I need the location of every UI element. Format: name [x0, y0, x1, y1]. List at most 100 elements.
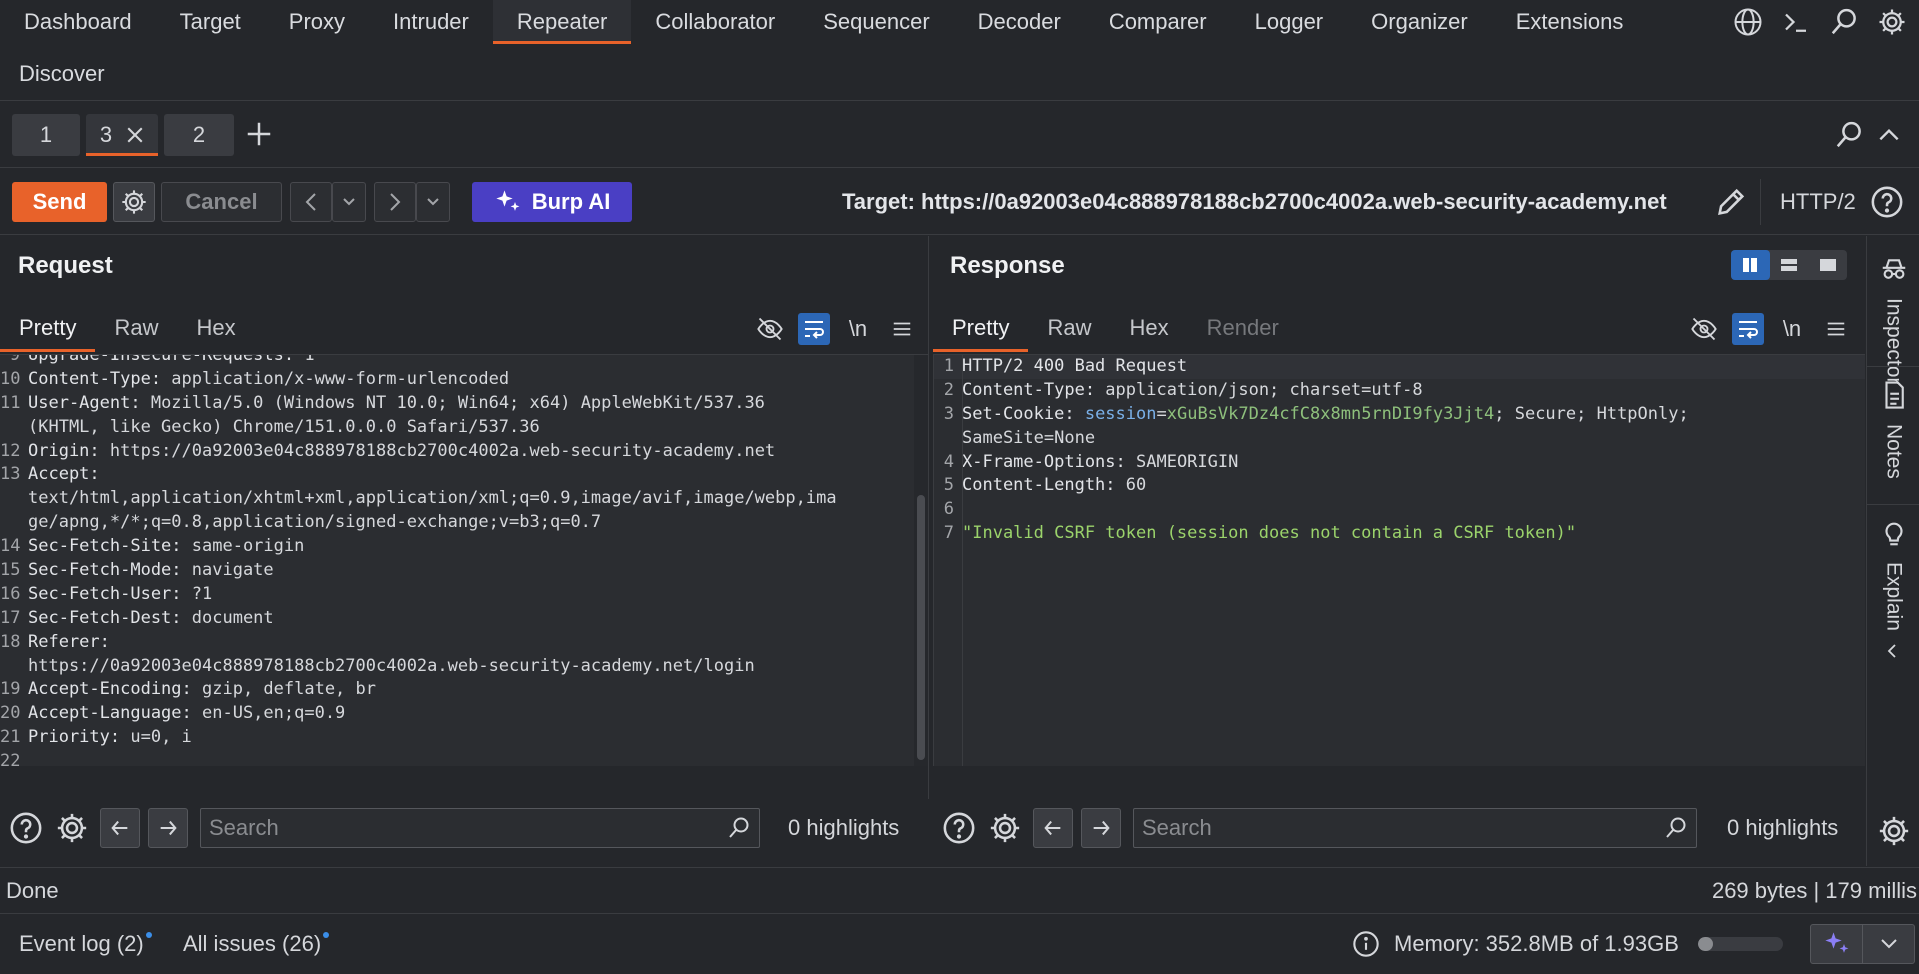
view-tab-raw[interactable]: Raw [95, 306, 177, 352]
code-line: 13 Accept: [0, 463, 837, 487]
target-label: Target: https://0a92003e04c888978188cb27… [842, 189, 1667, 214]
header-value: u=0, i [120, 727, 192, 748]
response-view-tabs: Pretty Raw Hex Render [933, 306, 1298, 352]
search-placeholder: Search [1142, 815, 1212, 840]
protocol-label[interactable]: HTTP/2 [1780, 169, 1856, 235]
nav-tab-repeater[interactable]: Repeater [492, 0, 632, 44]
request-scrollbar[interactable] [914, 355, 928, 766]
view-tab-hex[interactable]: Hex [1110, 306, 1187, 352]
forward-button[interactable] [374, 182, 416, 222]
repeater-tab-2[interactable]: 2 [164, 114, 234, 156]
help-icon[interactable] [939, 808, 979, 848]
view-tab-pretty[interactable]: Pretty [933, 306, 1029, 352]
nav-tab-logger[interactable]: Logger [1231, 0, 1348, 44]
repeater-tab-1[interactable]: 1 [12, 114, 80, 156]
chevron-left-icon[interactable] [1881, 642, 1903, 660]
add-tab-plus-icon[interactable] [244, 119, 274, 149]
line-number: 1 [943, 356, 954, 376]
cancel-button[interactable]: Cancel [161, 182, 282, 222]
search-icon[interactable] [1827, 5, 1861, 39]
back-history-dropdown[interactable] [332, 182, 366, 222]
view-tab-raw[interactable]: Raw [1028, 306, 1110, 352]
wrap-lines-icon[interactable] [798, 313, 830, 345]
ai-sparkle-icon[interactable] [1811, 925, 1862, 963]
code-line: 14 Sec-Fetch-Site: same-origin [0, 535, 837, 559]
nav-tab-discover[interactable]: Discover [0, 52, 124, 96]
nav-tab-extensions[interactable]: Extensions [1492, 0, 1648, 44]
nav-tab-dashboard[interactable]: Dashboard [0, 0, 156, 44]
code-line: 19 Accept-Encoding: gzip, deflate, br [0, 678, 837, 702]
header-value: 1 [294, 354, 315, 365]
header-value: Mozilla/5.0 (Windows NT 10.0; Win64; x64… [140, 392, 765, 413]
send-settings-button[interactable] [113, 182, 155, 222]
header-name: Origin: [28, 440, 100, 461]
line-number: 12 [0, 440, 21, 461]
nav-tab-collaborator[interactable]: Collaborator [631, 0, 799, 44]
request-search-input[interactable]: Search [200, 808, 760, 848]
repeater-tab-3[interactable]: 3 [86, 114, 158, 156]
code-line: 12 Origin: https://0a92003e04c888978188cb… [0, 440, 837, 464]
search-tabs-icon[interactable] [1834, 120, 1864, 150]
newline-toggle-icon[interactable]: \n [842, 313, 874, 345]
nav-tab-organizer[interactable]: Organizer [1347, 0, 1492, 44]
request-editor[interactable]: 9 Upgrade-Insecure-Requests: 1 10 Content-T… [0, 354, 928, 766]
forward-history-dropdown[interactable] [416, 182, 450, 222]
response-search-input[interactable]: Search [1133, 808, 1697, 848]
response-editor[interactable]: 1 HTTP/2 400 Bad Request 2 Content-Type: ap… [933, 354, 1865, 766]
chevron-down-icon [425, 195, 441, 209]
chevron-up-icon[interactable] [1876, 122, 1902, 148]
nav-tab-target[interactable]: Target [156, 0, 265, 44]
next-match-button[interactable] [148, 808, 188, 848]
nav-tab-sequencer[interactable]: Sequencer [799, 0, 953, 44]
all-issues-button[interactable]: All issues (26) [183, 914, 330, 974]
close-icon[interactable] [126, 126, 144, 144]
wrap-lines-icon[interactable] [1732, 313, 1764, 345]
code-line: 20 Accept-Language: en-US,en;q=0.9 [0, 702, 837, 726]
layout-tabbed-icon[interactable] [1808, 250, 1847, 280]
edit-target-pencil-icon[interactable] [1714, 185, 1748, 219]
newline-toggle-icon[interactable]: \n [1776, 313, 1808, 345]
hide-eye-slash-icon[interactable] [1688, 313, 1720, 345]
previous-match-button[interactable] [100, 808, 140, 848]
help-icon[interactable] [6, 808, 46, 848]
menu-icon[interactable] [1820, 313, 1852, 345]
view-tab-pretty[interactable]: Pretty [0, 306, 96, 352]
request-editor-tools: \n [754, 306, 918, 352]
menu-icon[interactable] [886, 313, 918, 345]
scrollbar-thumb[interactable] [917, 495, 925, 760]
sidebar-item-explain[interactable]: Explain [1867, 518, 1919, 646]
line-number: 16 [0, 583, 21, 604]
nav-tab-proxy[interactable]: Proxy [265, 0, 369, 44]
view-tab-hex[interactable]: Hex [177, 306, 254, 352]
nav-tab-comparer[interactable]: Comparer [1085, 0, 1231, 44]
settings-gear-icon[interactable] [1875, 5, 1909, 39]
hide-eye-slash-icon[interactable] [754, 313, 786, 345]
globe-icon[interactable] [1731, 5, 1765, 39]
chevron-down-icon[interactable] [1862, 925, 1914, 963]
help-icon[interactable] [1870, 185, 1904, 219]
sidebar-settings-gear-icon[interactable] [1877, 814, 1911, 848]
terminal-icon[interactable] [1779, 5, 1813, 39]
info-icon[interactable] [1352, 930, 1380, 958]
tab-label: 2 [192, 122, 206, 147]
sidebar-item-inspector[interactable]: Inspector [1867, 254, 1919, 384]
back-button[interactable] [290, 182, 332, 222]
response-body-string: "Invalid CSRF token (session does not co… [962, 523, 1577, 544]
search-settings-gear-icon[interactable] [985, 808, 1025, 848]
next-match-button[interactable] [1081, 808, 1121, 848]
request-panel: Request Pretty Raw Hex \n 9 Upgrade-Insecur… [0, 236, 929, 848]
sidebar-item-notes[interactable]: Notes [1867, 380, 1919, 479]
nav-tab-decoder[interactable]: Decoder [954, 0, 1085, 44]
burp-ai-button[interactable]: Burp AI [472, 182, 632, 222]
nav-tab-intruder[interactable]: Intruder [369, 0, 493, 44]
layout-side-by-side-icon[interactable] [1731, 250, 1770, 280]
previous-match-button[interactable] [1033, 808, 1073, 848]
send-button[interactable]: Send [12, 182, 107, 222]
search-settings-gear-icon[interactable] [52, 808, 92, 848]
layout-stacked-icon[interactable] [1770, 250, 1809, 280]
event-log-button[interactable]: Event log (2) [19, 914, 152, 974]
line-number: 5 [943, 475, 954, 496]
cookie-equals: = [1156, 403, 1167, 424]
view-tab-render[interactable]: Render [1188, 306, 1298, 352]
header-name: Sec-Fetch-User: [28, 583, 182, 604]
